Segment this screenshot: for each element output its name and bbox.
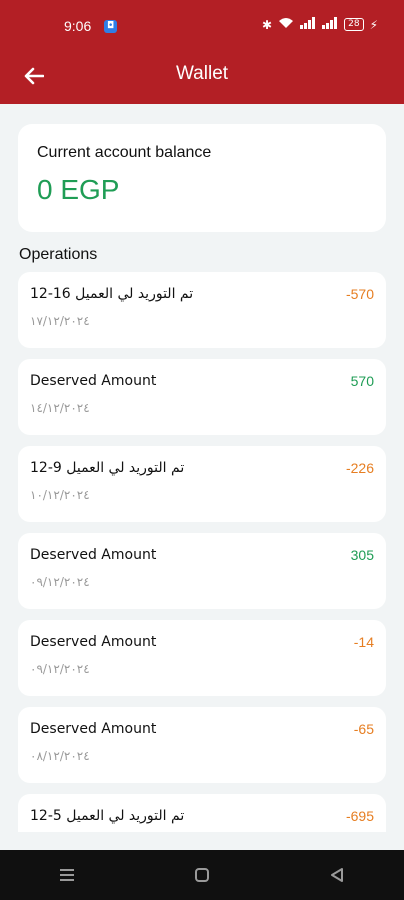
bluetooth-icon: ✱ bbox=[262, 17, 273, 32]
signal-icon-2 bbox=[322, 17, 338, 32]
operation-amount: -695 bbox=[345, 808, 374, 824]
operation-amount: -570 bbox=[345, 286, 374, 302]
battery-icon: 28 bbox=[344, 18, 364, 31]
back-button[interactable] bbox=[14, 56, 54, 96]
operations-list[interactable]: تم التوريد لي العميل 16-12 ١٧/١٢/٢٠٢٤ -5… bbox=[0, 272, 404, 832]
charging-icon: ⚡ bbox=[369, 17, 378, 32]
operation-date: ١٤/١٢/٢٠٢٤ bbox=[30, 401, 90, 415]
operation-date: ١٧/١٢/٢٠٢٤ bbox=[30, 314, 90, 328]
arrow-left-icon bbox=[24, 67, 44, 85]
operation-item[interactable]: Deserved Amount ٠٩/١٢/٢٠٢٤ 305 bbox=[18, 533, 386, 609]
balance-card: Current account balance 0 EGP bbox=[18, 124, 386, 232]
operations-title: Operations bbox=[19, 246, 98, 263]
recent-apps-button[interactable] bbox=[47, 855, 87, 895]
operation-item[interactable]: Deserved Amount ٠٩/١٢/٢٠٢٤ -14 bbox=[18, 620, 386, 696]
operation-item[interactable]: Deserved Amount ٠٨/١٢/٢٠٢٤ -65 bbox=[18, 707, 386, 783]
system-nav-bar bbox=[0, 850, 404, 900]
operation-date: ١٠/١٢/٢٠٢٤ bbox=[30, 488, 90, 502]
signal-icon bbox=[300, 17, 316, 32]
home-button[interactable] bbox=[182, 855, 222, 895]
balance-label: Current account balance bbox=[37, 144, 212, 161]
operation-description: تم التوريد لي العميل 9-12 bbox=[30, 460, 185, 476]
operation-description: تم التوريد لي العميل 16-12 bbox=[30, 286, 194, 302]
operation-description: Deserved Amount bbox=[30, 547, 157, 563]
app-bar: Wallet bbox=[0, 48, 404, 104]
operation-item[interactable]: تم التوريد لي العميل 5-12 -695 bbox=[18, 794, 386, 832]
operation-amount: 305 bbox=[350, 547, 374, 563]
operation-amount: -65 bbox=[353, 721, 374, 737]
operation-amount: 570 bbox=[350, 373, 374, 389]
nav-back-button[interactable] bbox=[317, 855, 357, 895]
operation-item[interactable]: تم التوريد لي العميل 9-12 ١٠/١٢/٢٠٢٤ -22… bbox=[18, 446, 386, 522]
operation-item[interactable]: تم التوريد لي العميل 16-12 ١٧/١٢/٢٠٢٤ -5… bbox=[18, 272, 386, 348]
wifi-icon bbox=[278, 17, 294, 32]
operation-item[interactable]: Deserved Amount ١٤/١٢/٢٠٢٤ 570 bbox=[18, 359, 386, 435]
operation-description: Deserved Amount bbox=[30, 634, 157, 650]
status-time: 9:06 bbox=[64, 18, 92, 34]
operation-amount: -226 bbox=[345, 460, 374, 476]
square-icon bbox=[194, 868, 209, 882]
operation-date: ٠٩/١٢/٢٠٢٤ bbox=[30, 575, 90, 589]
balance-value: 0 EGP bbox=[37, 174, 120, 205]
operation-description: تم التوريد لي العميل 5-12 bbox=[30, 808, 185, 824]
operation-description: Deserved Amount bbox=[30, 721, 157, 737]
menu-icon bbox=[60, 869, 75, 881]
status-icons: ✱ 28 ⚡ bbox=[262, 17, 378, 32]
operation-date: ٠٩/١٢/٢٠٢٤ bbox=[30, 662, 90, 676]
triangle-back-icon bbox=[330, 868, 343, 882]
page-title: Wallet bbox=[175, 63, 229, 84]
notification-icon: ◘ bbox=[104, 20, 117, 33]
status-bar: 9:06 ◘ ✱ 28 ⚡ bbox=[0, 0, 404, 48]
operation-date: ٠٨/١٢/٢٠٢٤ bbox=[30, 749, 90, 763]
operation-description: Deserved Amount bbox=[30, 373, 157, 389]
operation-amount: -14 bbox=[353, 634, 374, 650]
